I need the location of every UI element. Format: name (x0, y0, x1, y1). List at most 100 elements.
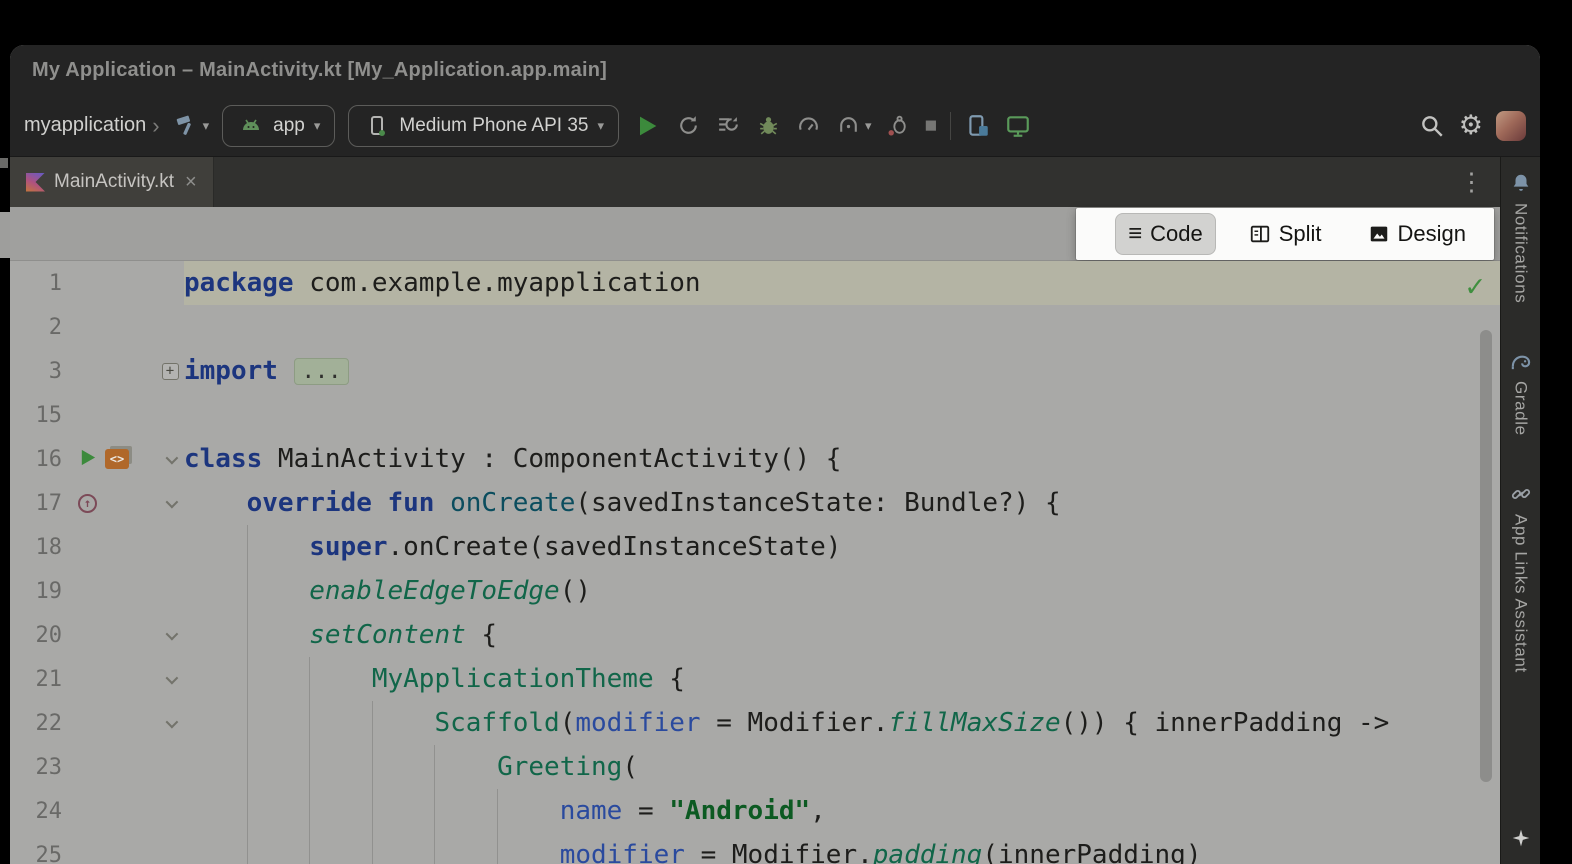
code-text: import ... (184, 349, 1500, 393)
stripe-label-app-links[interactable]: App Links Assistant (1511, 514, 1531, 673)
editor-tab-bar: MainActivity.kt × ⋮ (10, 157, 1500, 207)
indent-guide (497, 789, 498, 864)
search-icon[interactable] (1419, 112, 1446, 139)
code-text (184, 305, 1500, 349)
code-line[interactable]: 16<>class MainActivity : ComponentActivi… (10, 437, 1500, 481)
inspection-check-icon[interactable]: ✓ (1466, 269, 1484, 304)
main-toolbar: myapplication › ▾ app ▾ Medium Phone API… (10, 95, 1540, 157)
indent-guide (434, 745, 435, 864)
kotlin-file-icon (26, 173, 45, 192)
right-tool-stripe: Notifications Gradle App Links Assistant (1500, 157, 1540, 864)
run-line-icon[interactable] (78, 448, 97, 471)
code-line[interactable]: 17↑ override fun onCreate(savedInstanceS… (10, 481, 1500, 525)
mode-code-button[interactable]: ≡ Code (1116, 214, 1215, 254)
apply-changes-icon[interactable] (675, 112, 702, 139)
indent-guide (309, 657, 310, 864)
indent-guide (372, 701, 373, 864)
code-editor[interactable]: 1package com.example.myapplication23+imp… (10, 261, 1500, 864)
avatar[interactable] (1496, 111, 1526, 141)
code-line[interactable]: 18 super.onCreate(savedInstanceState) (10, 525, 1500, 569)
build-button[interactable]: ▾ (173, 112, 210, 139)
line-number: 1 (10, 271, 62, 296)
code-text: override fun onCreate(savedInstanceState… (184, 481, 1500, 525)
code-line[interactable]: 15 (10, 393, 1500, 437)
window-title: My Application – MainActivity.kt [My_App… (32, 59, 607, 82)
code-text: modifier = Modifier.padding(innerPadding… (184, 833, 1500, 864)
tab-options-icon[interactable]: ⋮ (1443, 167, 1500, 197)
code-text: Scaffold(modifier = Modifier.fillMaxSize… (184, 701, 1500, 745)
stripe-label-notifications[interactable]: Notifications (1511, 203, 1531, 303)
profiler-icon[interactable] (795, 112, 822, 139)
gutter-icons: ↑ (62, 494, 156, 513)
mode-design-button[interactable]: Design (1356, 215, 1478, 253)
debug-icon[interactable] (755, 112, 782, 139)
gradle-icon[interactable] (1509, 349, 1533, 373)
notifications-icon[interactable] (1509, 171, 1533, 195)
device-label: Medium Phone API 35 (399, 115, 588, 137)
code-text: MyApplicationTheme { (184, 657, 1500, 701)
ai-sparkle-icon[interactable] (1509, 826, 1533, 850)
code-line[interactable]: 21 MyApplicationTheme { (10, 657, 1500, 701)
fold-marker[interactable] (156, 719, 184, 728)
code-line[interactable]: 20 setContent { (10, 613, 1500, 657)
apply-code-changes-icon[interactable] (715, 112, 742, 139)
app-links-assistant-icon[interactable] (1509, 482, 1533, 506)
fold-marker[interactable] (156, 675, 184, 684)
line-number: 21 (10, 667, 62, 692)
attach-debugger-icon[interactable] (885, 112, 912, 139)
line-number: 23 (10, 755, 62, 780)
code-text: name = "Android", (184, 789, 1500, 833)
code-text: Greeting( (184, 745, 1500, 789)
device-selector[interactable]: Medium Phone API 35 ▾ (348, 105, 619, 147)
compose-preview-icon[interactable]: <> (105, 449, 129, 469)
line-number: 3 (10, 359, 62, 384)
code-line[interactable]: 2 (10, 305, 1500, 349)
stop-button[interactable]: ■ (925, 114, 938, 138)
code-mode-icon: ≡ (1128, 220, 1142, 248)
profiler-options-button[interactable]: ▾ (835, 112, 872, 139)
device-manager-icon[interactable] (964, 112, 991, 139)
split-mode-icon (1249, 223, 1271, 245)
code-text: super.onCreate(savedInstanceState) (184, 525, 1500, 569)
breadcrumb-chevron-icon: › (152, 113, 159, 139)
code-line[interactable]: 1package com.example.myapplication (10, 261, 1500, 305)
code-line[interactable]: 25 modifier = Modifier.padding(innerPadd… (10, 833, 1500, 864)
close-tab-icon[interactable]: × (185, 171, 197, 194)
line-number: 24 (10, 799, 62, 824)
tab-mainactivity[interactable]: MainActivity.kt × (10, 157, 214, 207)
build-dropdown-caret[interactable]: ▾ (203, 118, 210, 134)
fold-marker[interactable] (156, 499, 184, 508)
run-config-selector[interactable]: app ▾ (222, 105, 335, 147)
stripe-label-gradle[interactable]: Gradle (1511, 381, 1531, 436)
editor-toolbar-strip: ≡ Code Split Design (10, 207, 1500, 261)
code-line[interactable]: 3 +import ... (10, 349, 1500, 393)
settings-icon[interactable]: ⚙ (1459, 112, 1483, 139)
fold-marker[interactable] (156, 455, 184, 464)
tab-label: MainActivity.kt (54, 171, 174, 193)
indent-guide (247, 525, 248, 864)
code-text (184, 393, 1500, 437)
background-window-fragment (0, 158, 8, 168)
code-line[interactable]: 22 Scaffold(modifier = Modifier.fillMaxS… (10, 701, 1500, 745)
override-method-icon[interactable]: ↑ (78, 494, 97, 513)
profile-runnable-icon (835, 112, 862, 139)
window-title-bar: My Application – MainActivity.kt [My_App… (10, 45, 1540, 95)
fold-marker[interactable] (156, 631, 184, 640)
device-caret: ▾ (597, 118, 604, 134)
running-devices-icon[interactable] (1004, 112, 1031, 139)
code-line[interactable]: 23 Greeting( (10, 745, 1500, 789)
code-text: enableEdgeToEdge() (184, 569, 1500, 613)
fold-marker[interactable]: + (156, 363, 184, 380)
editor-lines: 1package com.example.myapplication23+imp… (10, 261, 1500, 864)
background-window-fragment (0, 212, 10, 258)
split-mode-label: Split (1279, 221, 1322, 247)
breadcrumb[interactable]: myapplication (24, 114, 146, 137)
run-button[interactable] (632, 111, 662, 141)
mode-split-button[interactable]: Split (1237, 215, 1334, 253)
code-line[interactable]: 24 name = "Android", (10, 789, 1500, 833)
profiler-options-caret[interactable]: ▾ (865, 118, 872, 134)
line-number: 2 (10, 315, 62, 340)
editor-scrollbar[interactable] (1480, 330, 1492, 782)
code-line[interactable]: 19 enableEdgeToEdge() (10, 569, 1500, 613)
design-mode-icon (1368, 223, 1390, 245)
